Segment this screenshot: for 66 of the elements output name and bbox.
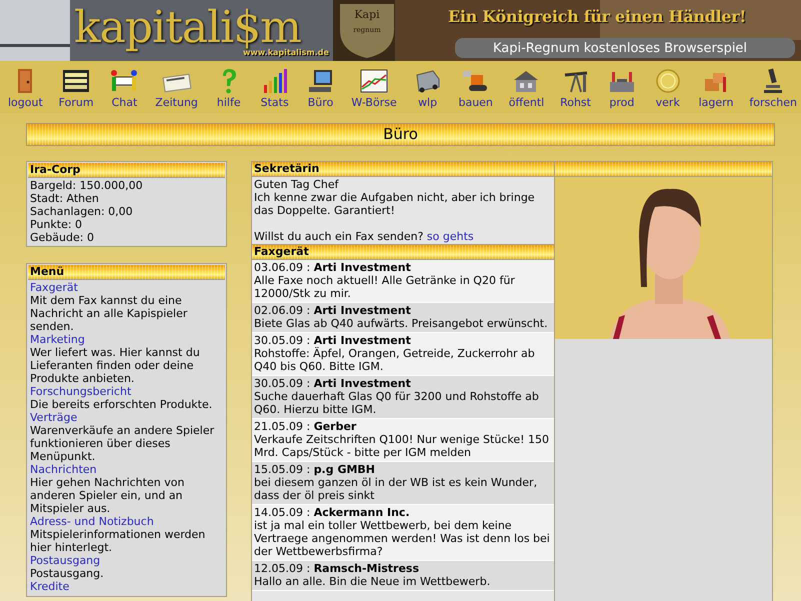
secretary-message: Ich kenne zwar die Aufgaben nicht, aber ich bringe das Doppelte. Garantiert!: [254, 191, 536, 217]
shield-text: Kapi: [353, 8, 381, 21]
nav-link[interactable]: Rohst: [560, 67, 591, 113]
company-stat: Sachanlagen: 0,00: [30, 205, 134, 218]
company-stat: Stadt: Athen: [30, 192, 100, 205]
greeting-text: Guten Tag Chef: [254, 178, 340, 191]
nav-link[interactable]: Forum: [58, 67, 94, 113]
fax-header: 02.06.09 : Arti Investment: [254, 304, 412, 317]
nav-link[interactable]: prod: [606, 67, 637, 113]
help-link[interactable]: so gehts: [426, 230, 474, 243]
bulletin-board-icon: [61, 67, 92, 95]
nav-link[interactable]: forschen: [749, 67, 797, 113]
fax-question: Willst du auch ein Fax senden? so gehts: [254, 230, 475, 243]
nav-link[interactable]: lagern: [698, 67, 734, 113]
nav-link[interactable]: Büro: [306, 67, 336, 113]
nav-link[interactable]: hilfe: [214, 67, 244, 113]
fax-header: 15.05.09 : p.g GMBH: [254, 463, 376, 476]
line-chart-icon: [359, 67, 390, 95]
menu-description: Postausgang.: [30, 567, 105, 580]
nav-link[interactable]: Chat: [109, 67, 140, 113]
company-stat: Punkte: 0: [30, 218, 84, 231]
fax-header: 12.05.09 : Ramsch-Mistress: [254, 562, 420, 575]
panel-header: Ira-Corp: [28, 163, 225, 178]
menu-link[interactable]: Faxgerät: [30, 281, 223, 294]
menu-link[interactable]: Kredite: [30, 580, 223, 593]
nav-link[interactable]: öffentl: [508, 67, 544, 113]
fax-header: 03.06.09 : Arti Investment: [254, 261, 412, 274]
nav-link[interactable]: wlp: [412, 67, 443, 113]
nav-link[interactable]: logout: [8, 67, 43, 113]
fax-message: Rohstoffe: Äpfel, Orangen, Getreide, Zuckerrohr ab Q40 bis Q60. Bitte IGM.: [254, 347, 536, 373]
menu-description: Hier gehen Nachrichten von anderen Spieler ein, und an Mitspieler aus.: [30, 476, 186, 515]
fax-header: 14.05.09 : Ackermann Inc.: [254, 506, 411, 519]
company-stat: Bargeld: 150.000,00: [30, 179, 144, 192]
fax-message: Biete Glas ab Q40 aufwärts. Preisangebot erwünscht.: [254, 317, 549, 330]
panel-header: Sekretärin: [252, 162, 554, 177]
fax-header: 30.05.09 : Arti Investment: [254, 377, 412, 390]
slogan: Ein Königreich für einen Händler!: [448, 7, 746, 26]
menu-link[interactable]: Nachrichten: [30, 463, 223, 476]
fax-message: Hallo an alle. Bin die Neue im Wettbewerb.: [254, 575, 492, 588]
menu-description: Warenverkäufe an andere Spieler funktionieren über dieses Menüpunkt.: [30, 424, 216, 463]
fax-header: 21.05.09 : Gerber: [254, 420, 358, 433]
fax-header: 30.05.09 : Arti Investment: [254, 334, 412, 347]
nav-link[interactable]: verk: [652, 67, 683, 113]
nav-link[interactable]: Stats: [260, 67, 290, 113]
menu-description: Die bereits erforschten Produkte.: [30, 398, 214, 411]
fax-message: Verkaufe Zeitschriften Q100! Nur wenige Stücke! 150 Mrd. Caps/Stück - bitte per IGM melden: [254, 433, 550, 459]
banner-subtitle: Kapi-Regnum kostenloses Browserspiel: [492, 41, 748, 56]
menu-description: Wer liefert was. Hier kannst du Lieferanten finden oder deine Produkte anbieten.: [30, 346, 201, 385]
menu-link[interactable]: Marketing: [30, 333, 223, 346]
fax-message: bei diesem ganzen öl in der WB ist es kein Wunder, dass der öl preis sinkt: [254, 476, 538, 502]
menu-description: Mitspielerinformationen werden hier hinterlegt.: [30, 528, 206, 554]
fax-message: Alle Faxe noch aktuell! Alle Getränke in Q20 für 12000/Stk zu mir.: [254, 274, 516, 300]
nav-link[interactable]: bauen: [458, 67, 493, 113]
fax-message: ist ja mal ein toller Wettbewerb, bei dem keine Vertraege angenommen werden! Was ist denn los bei der Wettbewerbsfirma?: [254, 519, 551, 558]
menu-link[interactable]: Verträge: [30, 411, 223, 424]
fax-message: Suche dauerhaft Glas Q0 für 3200 und Rohstoffe ab Q60. Hierzu bitte IGM.: [254, 390, 540, 416]
panel-header: Menü: [28, 265, 225, 280]
menu-description: Mit dem Fax kannst du eine Nachricht an alle Kapispieler senden.: [30, 294, 188, 333]
nav-link[interactable]: Zeitung: [155, 67, 198, 113]
menu-link[interactable]: Adress- und Notizbuch: [30, 515, 223, 528]
page-title: Büro: [26, 123, 775, 146]
menu-link[interactable]: Forschungsbericht: [30, 385, 223, 398]
company-stat: Gebäude: 0: [30, 231, 95, 244]
nav-link[interactable]: W-Börse: [351, 67, 397, 113]
panel-header: Faxgerät: [252, 244, 554, 260]
menu-link[interactable]: Postausgang: [30, 554, 223, 567]
